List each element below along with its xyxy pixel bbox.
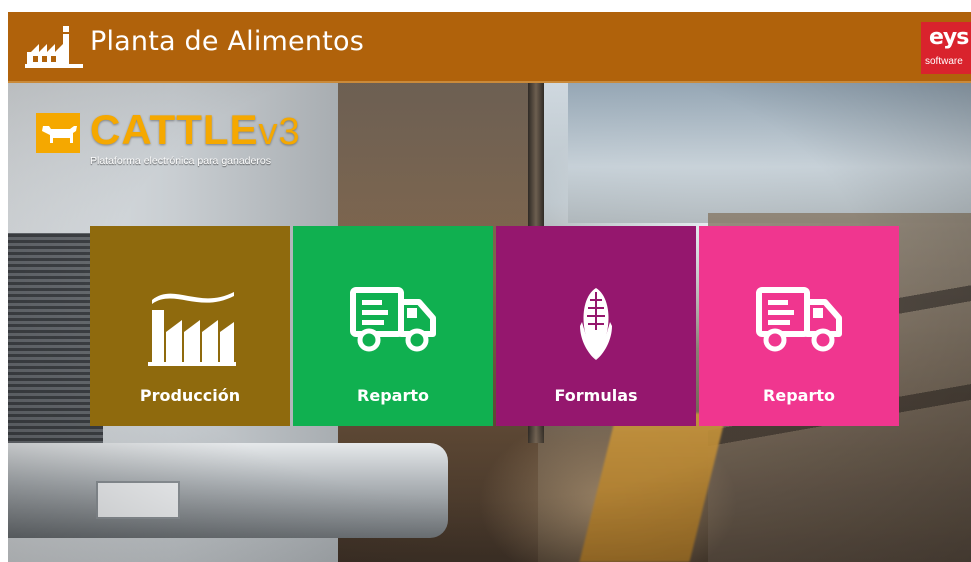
tile-reparto-2[interactable]: Reparto	[699, 226, 899, 426]
tile-reparto-label: Reparto	[357, 386, 429, 405]
tile-formulas[interactable]: Formulas	[496, 226, 696, 426]
page-title: Planta de Alimentos	[90, 26, 364, 57]
cattle-wordmark: CATTLEv3	[90, 107, 301, 155]
delivery-truck-icon	[756, 287, 842, 352]
corn-icon	[580, 288, 612, 360]
brand-sub: software	[925, 56, 963, 67]
tile-reparto-2-label: Reparto	[763, 386, 835, 405]
cattle-logo: CATTLEv3 Plataforma electrónica para gan…	[36, 107, 326, 179]
eys-software-logo: eys software	[921, 22, 971, 74]
factory-icon	[148, 292, 236, 366]
brand-name: eys	[929, 25, 969, 50]
factory-icon	[25, 26, 83, 68]
tile-produccion-label: Producción	[139, 386, 241, 405]
delivery-truck-icon	[350, 287, 436, 352]
app-window: Planta de Alimentos eys software CATTLEv…	[8, 12, 971, 562]
cattle-tagline: Plataforma electrónica para ganaderos	[90, 155, 271, 167]
cattle-name: CATTLE	[90, 106, 259, 153]
tile-produccion[interactable]: Producción	[90, 226, 290, 426]
cow-icon	[36, 113, 80, 153]
title-bar: Planta de Alimentos eys software	[8, 12, 971, 83]
background-photo: CATTLEv3 Plataforma electrónica para gan…	[8, 83, 971, 562]
tile-formulas-label: Formulas	[554, 386, 638, 405]
cattle-version: v3	[258, 111, 301, 153]
menu-tiles: Producción Reparto Formulas Reparto	[90, 226, 900, 426]
tile-reparto[interactable]: Reparto	[293, 226, 493, 426]
